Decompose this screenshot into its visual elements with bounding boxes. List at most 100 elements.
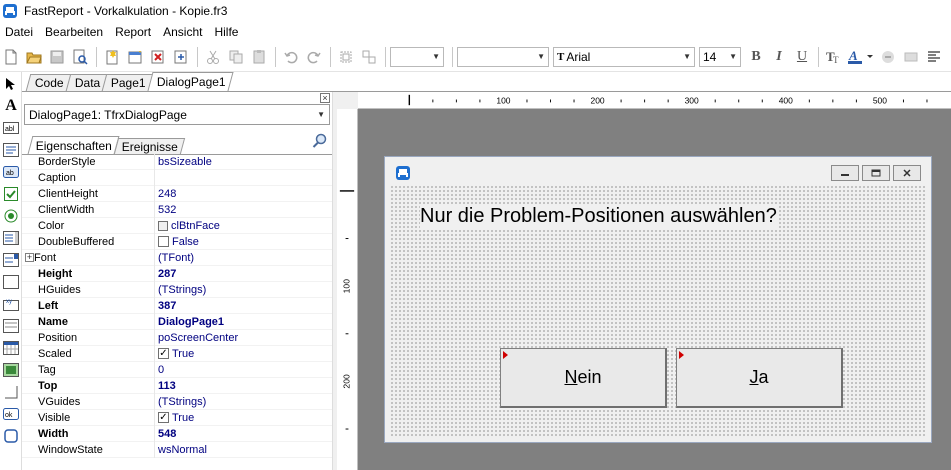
property-value[interactable]: (TStrings) [155,282,206,298]
menu-datei[interactable]: Datei [0,25,40,39]
property-value[interactable]: 532 [155,202,176,218]
edit-tool-button[interactable]: abl [2,119,20,137]
property-row[interactable]: Left 387 [22,297,332,314]
close-icon[interactable]: × [320,93,330,103]
dialog-client-area[interactable]: Nur die Problem-Positionen auswählen? Ne… [390,185,926,438]
font-size-combo[interactable]: 14 ▼ [699,46,741,67]
property-row[interactable]: Scaled ✓ True [22,345,332,362]
maximize-button[interactable] [862,165,890,181]
property-row[interactable]: ClientWidth 532 [22,201,332,218]
property-row[interactable]: Caption [22,169,332,186]
property-value[interactable]: wsNormal [155,442,207,458]
select-tool-button[interactable] [2,75,20,93]
property-value[interactable]: 387 [155,298,176,314]
memo-tool-button[interactable] [2,141,20,159]
search-icon[interactable] [312,133,328,149]
shape-tool-button[interactable] [2,427,20,445]
property-row[interactable]: BorderStyle bsSizeable [22,153,332,170]
property-row[interactable]: Name DialogPage1 [22,313,332,330]
datetime-tool-button[interactable] [2,317,20,335]
expand-plus-icon[interactable]: + [25,252,34,262]
tab-data[interactable]: Data [65,74,108,91]
undo-button[interactable] [280,46,302,68]
new-dialog-button[interactable] [124,46,146,68]
new-page-button[interactable] [101,46,123,68]
property-value[interactable] [155,170,158,186]
property-value[interactable]: poScreenCenter [155,330,238,346]
close-button[interactable] [893,165,921,181]
property-value[interactable]: False [155,234,199,250]
save-button[interactable] [46,46,68,68]
panel-tool-button[interactable] [2,273,20,291]
page-settings-button[interactable] [170,46,192,68]
listbox-tool-button[interactable] [2,229,20,247]
property-value[interactable]: 113 [155,378,176,394]
bold-button[interactable]: B [745,46,767,68]
property-value[interactable]: ✓ True [155,346,194,362]
nein-button[interactable]: Nein [500,348,667,408]
tab-events[interactable]: Ereignisse [113,138,186,154]
bevel-tool-button[interactable] [2,383,20,401]
property-value[interactable]: clBtnFace [155,218,220,234]
rotation-button[interactable] [900,46,922,68]
style-combo[interactable]: ▼ [390,46,444,67]
cut-button[interactable] [202,46,224,68]
property-row[interactable]: Height 287 [22,265,332,282]
property-value[interactable]: (TStrings) [155,394,206,410]
property-row[interactable]: Tag 0 [22,361,332,378]
design-workspace[interactable]: Nur die Problem-Positionen auswählen? Ne… [358,109,951,470]
property-row[interactable]: + Font (TFont) [22,249,332,266]
redo-button[interactable] [303,46,325,68]
highlight-combo[interactable]: ▼ [457,46,549,67]
menu-ansicht[interactable]: Ansicht [158,25,209,39]
group-button[interactable] [335,46,357,68]
button-tool-button[interactable]: ab [2,163,20,181]
tab-dialogpage1[interactable]: DialogPage1 [147,72,234,91]
checkbox-checked[interactable]: ✓ [158,348,169,359]
tab-page1[interactable]: Page1 [101,74,154,91]
preview-button[interactable] [69,46,91,68]
property-value[interactable]: bsSizeable [155,154,212,170]
copy-button[interactable] [225,46,247,68]
menu-bearbeiten[interactable]: Bearbeiten [40,25,110,39]
property-value[interactable]: 248 [155,186,176,202]
font-color-button[interactable]: A [846,46,876,68]
property-row[interactable]: Width 548 [22,425,332,442]
property-row[interactable]: Top 113 [22,377,332,394]
checkbox-tool-button[interactable] [2,185,20,203]
minimize-button[interactable] [831,165,859,181]
bitbutton-tool-button[interactable]: ok [2,405,20,423]
menu-report[interactable]: Report [110,25,158,39]
tab-properties[interactable]: Eigenschaften [27,136,120,154]
open-button[interactable] [23,46,45,68]
font-name-combo[interactable]: T Arial ▼ [553,46,695,67]
highlight-button[interactable] [877,46,899,68]
property-row[interactable]: Color clBtnFace [22,217,332,234]
underline-button[interactable]: U [791,46,813,68]
new-report-button[interactable] [0,46,22,68]
property-row[interactable]: Position poScreenCenter [22,329,332,346]
ja-button[interactable]: Ja [676,348,843,408]
property-row[interactable]: ClientHeight 248 [22,185,332,202]
property-value[interactable]: (TFont) [155,250,194,266]
groupbox-tool-button[interactable]: xy [2,295,20,313]
dialog-page-form[interactable]: Nur die Problem-Positionen auswählen? Ne… [384,156,932,443]
tab-code[interactable]: Code [25,74,71,91]
property-value[interactable]: 287 [155,266,176,282]
property-row[interactable]: DoubleBuffered False [22,233,332,250]
property-value[interactable]: 548 [155,426,176,442]
paste-button[interactable] [248,46,270,68]
combobox-tool-button[interactable] [2,251,20,269]
property-value[interactable]: ✓ True [155,410,194,426]
property-row[interactable]: Visible ✓ True [22,409,332,426]
radio-tool-button[interactable] [2,207,20,225]
property-value[interactable]: DialogPage1 [155,314,224,330]
property-row[interactable]: WindowState wsNormal [22,441,332,458]
ungroup-button[interactable] [358,46,380,68]
checkbox-unchecked[interactable] [158,236,169,247]
font-settings-button[interactable]: TT [823,46,845,68]
italic-button[interactable]: I [768,46,790,68]
object-selector[interactable]: DialogPage1: TfrxDialogPage ▼ [24,104,330,125]
property-value[interactable]: 0 [155,362,164,378]
menu-hilfe[interactable]: Hilfe [209,25,245,39]
